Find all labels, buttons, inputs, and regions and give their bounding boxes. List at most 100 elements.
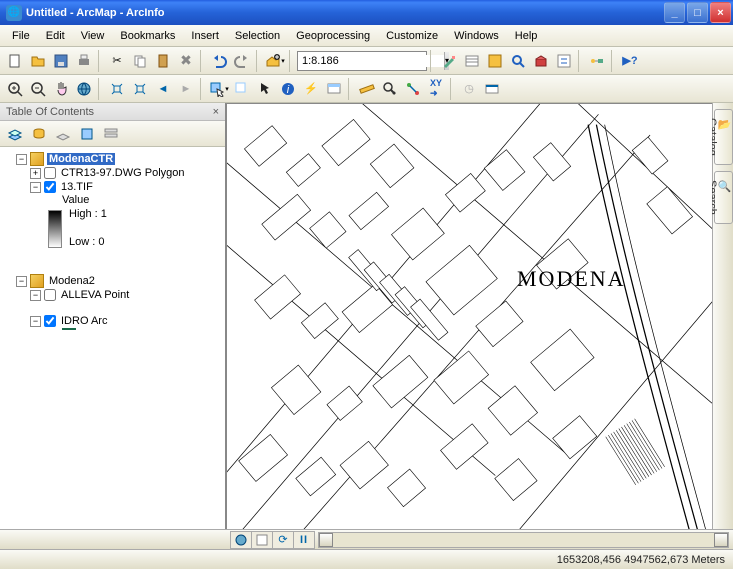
- menu-customize[interactable]: Customize: [378, 27, 446, 45]
- find-button[interactable]: [379, 78, 401, 100]
- data-view-tab[interactable]: [230, 531, 252, 549]
- redo-button[interactable]: [231, 50, 253, 72]
- new-button[interactable]: [4, 50, 26, 72]
- legend-value-label: Value: [62, 194, 89, 206]
- scale-combo[interactable]: ▾: [297, 51, 427, 71]
- back-button[interactable]: ◄: [152, 78, 174, 100]
- title-bar: 🌐 Untitled - ArcMap - ArcInfo _ □ ×: [0, 0, 733, 25]
- open-button[interactable]: [27, 50, 49, 72]
- find-route-button[interactable]: [402, 78, 424, 100]
- select-features-button[interactable]: ▾: [208, 78, 230, 100]
- clear-selection-button[interactable]: [231, 78, 253, 100]
- go-to-xy-button[interactable]: XY➜: [425, 78, 447, 100]
- dataframe-modena2[interactable]: Modena2: [47, 275, 97, 287]
- line-symbol-icon: [62, 328, 76, 330]
- menu-edit[interactable]: Edit: [38, 27, 73, 45]
- expander-icon[interactable]: +: [30, 168, 41, 179]
- status-bar: 1653208,456 4947562,673 Meters: [0, 549, 733, 569]
- menu-insert[interactable]: Insert: [183, 27, 227, 45]
- pause-button[interactable]: II: [293, 531, 315, 549]
- app-icon: 🌐: [6, 5, 22, 21]
- pointer-button[interactable]: [254, 78, 276, 100]
- toc-title: Table Of Contents: [6, 106, 94, 118]
- map-view[interactable]: MODENA: [226, 103, 712, 529]
- refresh-button[interactable]: ⟳: [272, 531, 294, 549]
- layer-alleva[interactable]: ALLEVA Point: [59, 289, 131, 301]
- hyperlink-button[interactable]: ⚡: [300, 78, 322, 100]
- tools-toolbar: ◄ ► ▾ i ⚡ XY➜ ◷: [0, 75, 733, 103]
- toc-button[interactable]: [461, 50, 483, 72]
- list-by-drawing-order-button[interactable]: [4, 123, 26, 145]
- search-window-button[interactable]: [507, 50, 529, 72]
- layer-checkbox[interactable]: [44, 289, 56, 301]
- html-popup-button[interactable]: [323, 78, 345, 100]
- expander-icon[interactable]: −: [16, 154, 27, 165]
- expander-icon[interactable]: −: [30, 290, 41, 301]
- copy-button[interactable]: [129, 50, 151, 72]
- save-button[interactable]: [50, 50, 72, 72]
- list-by-selection-button[interactable]: [76, 123, 98, 145]
- full-extent-button[interactable]: [73, 78, 95, 100]
- time-slider-button[interactable]: ◷: [458, 78, 480, 100]
- options-button[interactable]: [100, 123, 122, 145]
- expander-icon[interactable]: −: [30, 316, 41, 327]
- whats-this-button[interactable]: ▶?: [619, 50, 641, 72]
- pan-button[interactable]: [50, 78, 72, 100]
- fixed-zoom-in-button[interactable]: [106, 78, 128, 100]
- delete-button[interactable]: ✖: [175, 50, 197, 72]
- create-viewer-button[interactable]: [481, 78, 503, 100]
- identify-button[interactable]: i: [277, 78, 299, 100]
- window-title: Untitled - ArcMap - ArcInfo: [26, 7, 664, 19]
- editor-toolbar-button[interactable]: [438, 50, 460, 72]
- zoom-in-button[interactable]: [4, 78, 26, 100]
- catalog-button[interactable]: [484, 50, 506, 72]
- layer-ctr13[interactable]: CTR13-97.DWG Polygon: [59, 167, 187, 179]
- horizontal-scrollbar[interactable]: [318, 532, 729, 548]
- model-builder-button[interactable]: [586, 50, 608, 72]
- menu-help[interactable]: Help: [507, 27, 546, 45]
- list-by-visibility-button[interactable]: [52, 123, 74, 145]
- menu-file[interactable]: File: [4, 27, 38, 45]
- add-data-button[interactable]: ▾: [264, 50, 286, 72]
- python-button[interactable]: [553, 50, 575, 72]
- menu-windows[interactable]: Windows: [446, 27, 507, 45]
- expander-icon[interactable]: −: [30, 182, 41, 193]
- catalog-tab[interactable]: 📂Catalog: [714, 109, 733, 165]
- list-by-source-button[interactable]: [28, 123, 50, 145]
- maximize-button[interactable]: □: [687, 2, 708, 23]
- layer-checkbox[interactable]: [44, 315, 56, 327]
- menu-view[interactable]: View: [73, 27, 113, 45]
- close-button[interactable]: ×: [710, 2, 731, 23]
- layer-checkbox[interactable]: [44, 181, 56, 193]
- arctoolbox-button[interactable]: [530, 50, 552, 72]
- search-tab[interactable]: 🔍Search: [714, 171, 733, 224]
- layer-13tif[interactable]: 13.TIF: [59, 181, 95, 193]
- map-label: MODENA: [517, 266, 626, 292]
- expander-icon[interactable]: −: [16, 276, 27, 287]
- minimize-button[interactable]: _: [664, 2, 685, 23]
- layout-view-tab[interactable]: [251, 531, 273, 549]
- toc-panel: Table Of Contents × − ModenaCTR: [0, 103, 226, 529]
- forward-button[interactable]: ►: [175, 78, 197, 100]
- menu-bookmarks[interactable]: Bookmarks: [112, 27, 183, 45]
- toc-tree[interactable]: − ModenaCTR + CTR13-97.DWG Polygon: [0, 147, 225, 529]
- view-tab-bar: ⟳ II: [0, 529, 733, 549]
- legend-high: High : 1: [69, 208, 107, 220]
- fixed-zoom-out-button[interactable]: [129, 78, 151, 100]
- cut-button[interactable]: ✂: [106, 50, 128, 72]
- layer-idro[interactable]: IDRO Arc: [59, 315, 109, 327]
- toc-close-icon[interactable]: ×: [213, 106, 219, 118]
- undo-button[interactable]: [208, 50, 230, 72]
- zoom-out-button[interactable]: [27, 78, 49, 100]
- paste-button[interactable]: [152, 50, 174, 72]
- print-button[interactable]: [73, 50, 95, 72]
- toc-header: Table Of Contents ×: [0, 103, 225, 121]
- menu-geoprocessing[interactable]: Geoprocessing: [288, 27, 378, 45]
- dataframe-modenactr[interactable]: ModenaCTR: [47, 153, 115, 165]
- measure-button[interactable]: [356, 78, 378, 100]
- legend-low: Low : 0: [69, 236, 107, 248]
- layer-checkbox[interactable]: [44, 167, 56, 179]
- raster-gradient-icon: [48, 210, 62, 248]
- menu-selection[interactable]: Selection: [227, 27, 288, 45]
- scale-input[interactable]: [302, 55, 444, 67]
